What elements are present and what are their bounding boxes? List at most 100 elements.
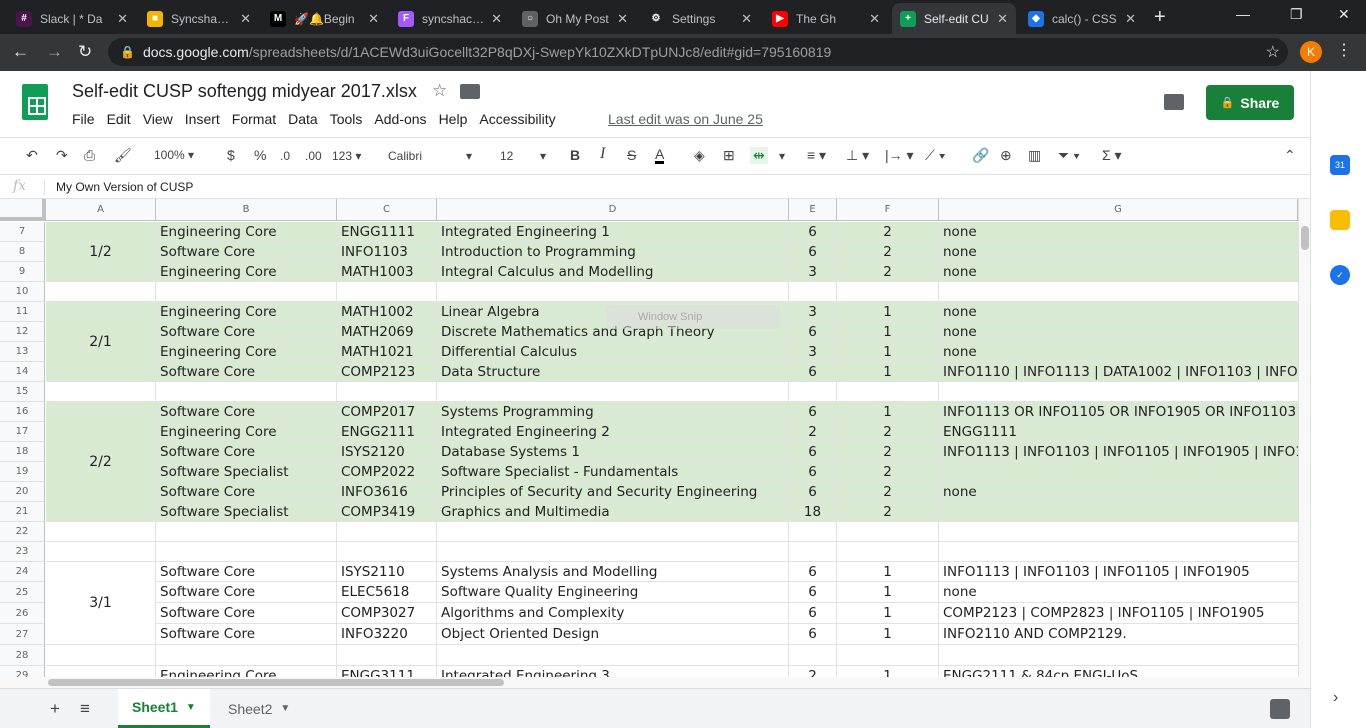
cell-g[interactable] <box>939 542 1298 562</box>
row-header[interactable]: 8 <box>0 242 45 262</box>
cell-f[interactable]: 1 <box>837 603 939 624</box>
cell-f[interactable]: 2 <box>837 502 939 522</box>
row-header[interactable]: 10 <box>0 282 45 302</box>
column-header-c[interactable]: C <box>337 199 437 221</box>
cell-c[interactable]: ENGG1111 <box>337 222 437 242</box>
print-icon[interactable]: ⎙ <box>84 147 95 164</box>
cell-f[interactable]: 1 <box>837 562 939 582</box>
cell-g[interactable]: none <box>939 342 1298 362</box>
cell-c[interactable]: INFO3616 <box>337 482 437 502</box>
merge-cells-icon[interactable]: ⇹ <box>750 147 768 164</box>
italic-icon[interactable]: I <box>600 145 605 163</box>
menu-edit[interactable]: Edit <box>107 111 131 127</box>
browser-tab[interactable]: + Self-edit CU ✕ <box>892 3 1016 34</box>
close-tab-icon[interactable]: ✕ <box>741 11 752 27</box>
column-header-g[interactable]: G <box>939 199 1298 221</box>
menu-help[interactable]: Help <box>439 111 468 127</box>
cell-f[interactable]: 2 <box>837 482 939 502</box>
cell-g[interactable] <box>939 522 1298 542</box>
close-tab-icon[interactable]: ✕ <box>117 11 128 27</box>
cell-c[interactable]: COMP2123 <box>337 362 437 382</box>
column-header-f[interactable]: F <box>837 199 939 221</box>
browser-tab[interactable]: ▶ The Gh ✕ <box>764 3 888 34</box>
insert-chart-icon[interactable]: ▥ <box>1028 147 1041 164</box>
cell-b[interactable]: Software Core <box>156 624 337 645</box>
menu-data[interactable]: Data <box>288 111 318 127</box>
cell-c[interactable]: MATH1002 <box>337 302 437 322</box>
row-header[interactable]: 17 <box>0 422 45 442</box>
cell-f[interactable]: 1 <box>837 582 939 603</box>
cell-f[interactable]: 2 <box>837 262 939 282</box>
cell-e[interactable]: 6 <box>789 442 837 462</box>
cell-b[interactable]: Software Core <box>156 442 337 462</box>
document-title[interactable]: Self-edit CUSP softengg midyear 2017.xls… <box>72 81 417 102</box>
menu-accessibility[interactable]: Accessibility <box>479 111 555 127</box>
cell-g[interactable]: ENGG1111 <box>939 422 1298 442</box>
font-size-select[interactable]: 12 ▾ <box>500 149 552 163</box>
font-select[interactable]: Calibri ▾ <box>388 149 478 163</box>
menu-format[interactable]: Format <box>232 111 276 127</box>
cell-e[interactable] <box>789 645 837 666</box>
cell-d[interactable]: Integrated Engineering 3 <box>437 666 789 677</box>
menu-view[interactable]: View <box>143 111 173 127</box>
cell-b[interactable]: Software Core <box>156 402 337 422</box>
cell-a[interactable] <box>46 645 156 666</box>
cell-f[interactable]: 1 <box>837 342 939 362</box>
cell-c[interactable]: ISYS2120 <box>337 442 437 462</box>
column-header-e[interactable]: E <box>789 199 837 221</box>
insert-comment-icon[interactable]: ⊕ <box>1000 147 1012 164</box>
cell-c[interactable]: ELEC5618 <box>337 582 437 603</box>
cell-g[interactable]: none <box>939 222 1298 242</box>
row-header[interactable]: 26 <box>0 603 45 624</box>
cell-f[interactable]: 1 <box>837 402 939 422</box>
column-header-d[interactable]: D <box>437 199 789 221</box>
browser-tab[interactable]: M 🚀🔔Begin ✕ <box>262 3 387 34</box>
cell-c[interactable]: ENGG2111 <box>337 422 437 442</box>
cell-e[interactable]: 6 <box>789 402 837 422</box>
cell-b[interactable]: Engineering Core <box>156 222 337 242</box>
cell-g[interactable] <box>939 502 1298 522</box>
cell-g[interactable]: none <box>939 242 1298 262</box>
cell-g[interactable]: none <box>939 302 1298 322</box>
row-header[interactable]: 24 <box>0 562 45 582</box>
close-tab-icon[interactable]: ✕ <box>1125 11 1136 27</box>
cell-c[interactable] <box>337 382 437 402</box>
sheet-tab-sheet2[interactable]: Sheet2 ▼ <box>214 689 304 728</box>
calendar-icon[interactable]: 31 <box>1330 155 1350 175</box>
cell-c[interactable]: MATH1003 <box>337 262 437 282</box>
vertical-align-icon[interactable]: ⊥ ▾ <box>846 147 869 164</box>
cell-f[interactable]: 1 <box>837 362 939 382</box>
cell-c[interactable]: INFO3220 <box>337 624 437 645</box>
cell-f[interactable]: 1 <box>837 666 939 677</box>
row-header[interactable]: 29 <box>0 666 45 677</box>
cell-e[interactable] <box>789 382 837 402</box>
cell-b[interactable]: Software Core <box>156 482 337 502</box>
cell-e[interactable]: 3 <box>789 342 837 362</box>
cell-f[interactable]: 2 <box>837 442 939 462</box>
cell-g[interactable] <box>939 462 1298 482</box>
cell-g[interactable]: INFO1110 | INFO1113 | DATA1002 | INFO110… <box>939 362 1298 382</box>
cell-a[interactable] <box>46 382 156 402</box>
cell-c[interactable]: MATH2069 <box>337 322 437 342</box>
cell-e[interactable]: 6 <box>789 562 837 582</box>
explore-icon[interactable] <box>1270 699 1290 719</box>
row-header[interactable]: 20 <box>0 482 45 502</box>
cell-b[interactable]: Software Core <box>156 242 337 262</box>
cell-g[interactable]: none <box>939 262 1298 282</box>
menu-file[interactable]: File <box>72 111 95 127</box>
term-cell[interactable]: 2/1 <box>46 302 156 382</box>
row-header[interactable]: 18 <box>0 442 45 462</box>
cell-f[interactable]: 2 <box>837 462 939 482</box>
keep-icon[interactable] <box>1330 210 1350 230</box>
text-wrap-icon[interactable]: |→ ▾ <box>885 147 914 164</box>
cell-g[interactable] <box>939 282 1298 302</box>
cell-f[interactable] <box>837 645 939 666</box>
last-edit-link[interactable]: Last edit was on June 25 <box>608 111 763 127</box>
term-cell[interactable]: 1/2 <box>46 222 156 282</box>
cell-e[interactable]: 6 <box>789 582 837 603</box>
zoom-select[interactable]: 100% ▾ <box>154 148 194 162</box>
increase-decimal-button[interactable]: .00 <box>305 149 322 163</box>
browser-tab[interactable]: ■ Syncshack_t ✕ <box>139 3 259 34</box>
cell-g[interactable]: COMP2123 | COMP2823 | INFO1105 | INFO190… <box>939 603 1298 624</box>
cell-b[interactable]: Software Core <box>156 603 337 624</box>
